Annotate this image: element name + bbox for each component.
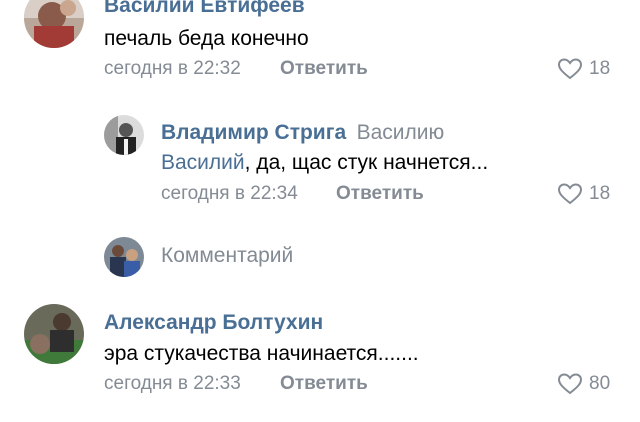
comment-author[interactable]: Василий Евтифеев bbox=[104, 0, 305, 18]
comment-text: печаль беда конечно bbox=[104, 27, 309, 50]
reply-button[interactable]: Ответить bbox=[280, 373, 368, 395]
comment-time: сегодня в 22:33 bbox=[104, 373, 241, 394]
avatar[interactable] bbox=[24, 0, 84, 48]
heart-icon bbox=[557, 183, 583, 205]
avatar[interactable] bbox=[24, 304, 84, 364]
comment-text-body: , да, щас стук начнется... bbox=[244, 151, 489, 174]
reply-button[interactable]: Ответить bbox=[280, 58, 368, 80]
heart-icon bbox=[557, 373, 583, 395]
comment-input[interactable]: Комментарий bbox=[161, 244, 293, 268]
reply-header: Владимир Стрига Василию bbox=[161, 121, 444, 145]
like-button[interactable]: 80 bbox=[557, 373, 610, 395]
comment-time: сегодня в 22:32 bbox=[104, 58, 241, 79]
avatar[interactable] bbox=[104, 115, 144, 155]
like-button[interactable]: 18 bbox=[557, 58, 610, 80]
comment-author[interactable]: Александр Болтухин bbox=[104, 311, 323, 335]
comment-time: сегодня в 22:34 bbox=[161, 183, 298, 204]
comment-author[interactable]: Владимир Стрига bbox=[161, 121, 346, 144]
heart-icon bbox=[557, 58, 583, 80]
like-button[interactable]: 18 bbox=[557, 183, 610, 205]
like-count: 80 bbox=[589, 373, 611, 394]
like-count: 18 bbox=[589, 183, 611, 204]
reply-to-label[interactable]: Василию bbox=[357, 121, 445, 144]
reply-button[interactable]: Ответить bbox=[336, 183, 424, 205]
comment-text: эра стукачества начинается....... bbox=[104, 342, 419, 365]
comment-text: Василий, да, щас стук начнется... bbox=[161, 151, 488, 175]
mention-link[interactable]: Василий bbox=[161, 151, 245, 174]
like-count: 18 bbox=[589, 58, 611, 79]
current-user-avatar bbox=[104, 237, 144, 277]
